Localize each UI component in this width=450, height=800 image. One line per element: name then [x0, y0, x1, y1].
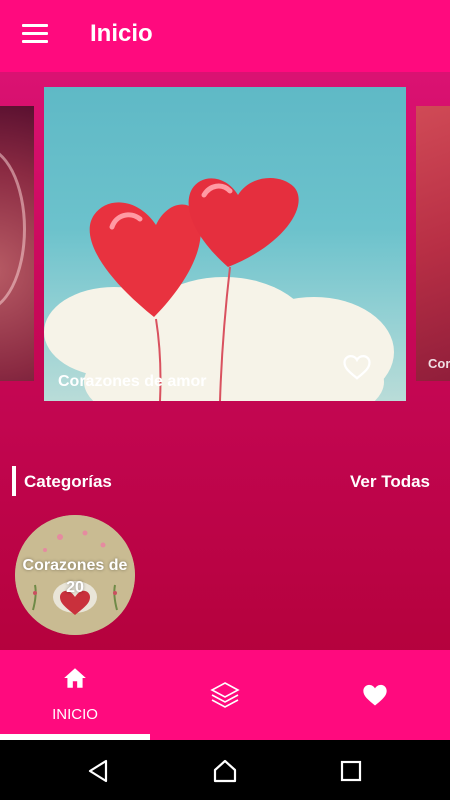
section-accent-bar — [12, 466, 16, 496]
carousel-next-label: Cor — [428, 356, 450, 371]
recents-icon[interactable] — [338, 758, 364, 784]
category-label: Corazones de 20 — [22, 557, 128, 596]
nav-item-inicio[interactable]: INICIO — [0, 650, 150, 740]
system-navigation-bar — [0, 740, 450, 800]
bottom-navigation: INICIO — [0, 650, 450, 740]
carousel-card-prev[interactable] — [0, 106, 34, 381]
nav-item-favorites[interactable] — [300, 650, 450, 740]
heart-icon — [363, 684, 387, 706]
nav-item-layers[interactable] — [150, 650, 300, 740]
back-icon[interactable] — [86, 758, 112, 784]
page-title: Inicio — [90, 20, 153, 47]
see-all-link[interactable]: Ver Todas — [350, 472, 430, 492]
categories-title: Categorías — [24, 472, 112, 491]
carousel-card-main[interactable]: Corazones de amor — [44, 87, 406, 401]
layers-icon — [210, 682, 240, 708]
nav-label-inicio: INICIO — [52, 706, 98, 723]
category-item[interactable]: Corazones de 20 — [15, 515, 135, 635]
app-screen: Inicio Corazones de amor Cor Categorías … — [0, 0, 450, 740]
heart-outline-icon[interactable] — [342, 353, 372, 381]
toolbar: Inicio — [0, 0, 450, 72]
home-circle-icon[interactable] — [212, 758, 238, 784]
menu-icon[interactable] — [22, 24, 48, 46]
carousel-card-next[interactable]: Cor — [416, 106, 450, 381]
home-icon — [64, 668, 86, 688]
carousel-card-label: Corazones de amor — [58, 373, 207, 390]
